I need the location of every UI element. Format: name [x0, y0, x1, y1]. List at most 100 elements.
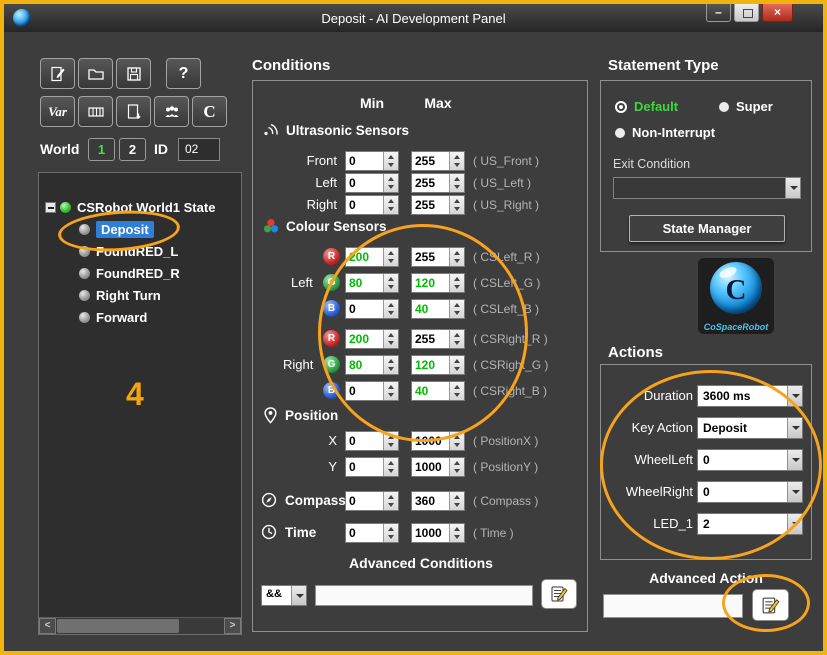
csright-g-max-spinner[interactable]: 120: [411, 355, 465, 375]
c-code-button[interactable]: C: [192, 96, 227, 127]
team-button[interactable]: [154, 96, 189, 127]
tree-item-deposit[interactable]: Deposit: [79, 219, 154, 239]
position-y-max-spinner[interactable]: 1000: [411, 457, 465, 477]
csleft-b-min-spinner[interactable]: 0: [345, 299, 399, 319]
csleft-r-max-spinner[interactable]: 255: [411, 247, 465, 267]
open-button[interactable]: [78, 58, 113, 89]
tree-horizontal-scrollbar[interactable]: < >: [39, 617, 241, 634]
new-state-button[interactable]: [40, 58, 75, 89]
tree-item-foundred-r[interactable]: FoundRED_R: [79, 263, 180, 283]
compass-min-spinner[interactable]: 0: [345, 491, 399, 511]
advanced-condition-input[interactable]: [315, 585, 533, 606]
spinner-arrows-icon[interactable]: [449, 174, 464, 192]
wheelleft-dropdown[interactable]: 0: [697, 449, 803, 471]
world-2-button[interactable]: 2: [119, 138, 146, 161]
radio-non-interrupt[interactable]: Non-Interrupt: [615, 125, 715, 140]
time-min-spinner[interactable]: 0: [345, 523, 399, 543]
spinner-arrows-icon[interactable]: [449, 458, 464, 476]
spinner-arrows-icon[interactable]: [449, 196, 464, 214]
spinner-arrows-icon[interactable]: [449, 432, 464, 450]
csright-r-max-spinner[interactable]: 255: [411, 329, 465, 349]
tree-item-foundred-l[interactable]: FoundRED_L: [79, 241, 178, 261]
tree-root[interactable]: CSRobot World1 State: [45, 197, 215, 217]
us-left-max-spinner[interactable]: 255: [411, 173, 465, 193]
export-button[interactable]: [116, 96, 151, 127]
us-front-max-spinner[interactable]: 255: [411, 151, 465, 171]
us-right-min-spinner[interactable]: 0: [345, 195, 399, 215]
radio-default[interactable]: Default: [615, 99, 678, 114]
save-button[interactable]: [116, 58, 151, 89]
scroll-right-button[interactable]: >: [224, 618, 241, 634]
spinner-arrows-icon[interactable]: [383, 330, 398, 348]
operator-dropdown[interactable]: &&: [261, 585, 307, 606]
led1-dropdown[interactable]: 2: [697, 513, 803, 535]
scroll-left-button[interactable]: <: [39, 618, 56, 634]
csright-r-min-spinner[interactable]: 200: [345, 329, 399, 349]
scrollbar-thumb[interactable]: [57, 619, 179, 633]
csleft-g-max-spinner[interactable]: 120: [411, 273, 465, 293]
spinner-arrows-icon[interactable]: [449, 152, 464, 170]
dropdown-arrow-icon[interactable]: [787, 482, 802, 502]
spinner-arrows-icon[interactable]: [449, 330, 464, 348]
spinner-arrows-icon[interactable]: [383, 174, 398, 192]
dropdown-arrow-icon[interactable]: [291, 586, 306, 605]
csleft-b-max-spinner[interactable]: 40: [411, 299, 465, 319]
compass-max-spinner[interactable]: 360: [411, 491, 465, 511]
edit-condition-button[interactable]: [541, 579, 577, 609]
wheelright-dropdown[interactable]: 0: [697, 481, 803, 503]
state-manager-button[interactable]: State Manager: [629, 215, 785, 242]
key-action-dropdown[interactable]: Deposit: [697, 417, 803, 439]
time-max-spinner[interactable]: 1000: [411, 523, 465, 543]
collapse-icon[interactable]: [45, 202, 56, 213]
maximize-button[interactable]: [734, 4, 759, 22]
spinner-arrows-icon[interactable]: [449, 300, 464, 318]
spinner-arrows-icon[interactable]: [383, 152, 398, 170]
spinner-arrows-icon[interactable]: [383, 196, 398, 214]
radio-super[interactable]: Super: [719, 99, 773, 114]
spinner-arrows-icon[interactable]: [449, 356, 464, 374]
us-left-min-spinner[interactable]: 0: [345, 173, 399, 193]
spinner-arrows-icon[interactable]: [383, 382, 398, 400]
spinner-arrows-icon[interactable]: [449, 492, 464, 510]
world-1-button[interactable]: 1: [88, 138, 115, 161]
position-y-min-spinner[interactable]: 0: [345, 457, 399, 477]
spinner-arrows-icon[interactable]: [383, 300, 398, 318]
spinner-arrows-icon[interactable]: [383, 356, 398, 374]
id-value-field[interactable]: 02: [178, 138, 220, 161]
csright-g-min-spinner[interactable]: 80: [345, 355, 399, 375]
spinner-arrows-icon[interactable]: [383, 524, 398, 542]
spinner-arrows-icon[interactable]: [383, 432, 398, 450]
spinner-arrows-icon[interactable]: [383, 458, 398, 476]
csleft-g-min-spinner[interactable]: 80: [345, 273, 399, 293]
us-front-min-spinner[interactable]: 0: [345, 151, 399, 171]
advanced-action-input[interactable]: [603, 594, 743, 618]
spinner-arrows-icon[interactable]: [383, 274, 398, 292]
dropdown-arrow-icon[interactable]: [787, 418, 802, 438]
dropdown-arrow-icon[interactable]: [787, 514, 802, 534]
spinner-arrows-icon[interactable]: [449, 382, 464, 400]
edit-action-button[interactable]: [752, 589, 789, 621]
spinner-arrows-icon[interactable]: [449, 274, 464, 292]
variables-button[interactable]: Var: [40, 96, 75, 127]
spinner-arrows-icon[interactable]: [383, 248, 398, 266]
us-right-max-spinner[interactable]: 255: [411, 195, 465, 215]
minimize-button[interactable]: –: [706, 4, 731, 22]
dropdown-arrow-icon[interactable]: [787, 450, 802, 470]
exit-condition-dropdown[interactable]: [613, 177, 801, 199]
spinner-arrows-icon[interactable]: [449, 524, 464, 542]
csright-b-max-spinner[interactable]: 40: [411, 381, 465, 401]
spinner-arrows-icon[interactable]: [383, 492, 398, 510]
spinner-arrows-icon[interactable]: [449, 248, 464, 266]
tree-item-forward[interactable]: Forward: [79, 307, 147, 327]
position-x-max-spinner[interactable]: 1000: [411, 431, 465, 451]
tree-item-right-turn[interactable]: Right Turn: [79, 285, 161, 305]
duration-dropdown[interactable]: 3600 ms: [697, 385, 803, 407]
close-button[interactable]: ×: [762, 4, 793, 22]
timeline-button[interactable]: [78, 96, 113, 127]
position-x-min-spinner[interactable]: 0: [345, 431, 399, 451]
csright-b-min-spinner[interactable]: 0: [345, 381, 399, 401]
csleft-r-min-spinner[interactable]: 200: [345, 247, 399, 267]
dropdown-arrow-icon[interactable]: [787, 386, 802, 406]
dropdown-arrow-icon[interactable]: [785, 178, 800, 198]
help-button[interactable]: ?: [166, 58, 201, 89]
